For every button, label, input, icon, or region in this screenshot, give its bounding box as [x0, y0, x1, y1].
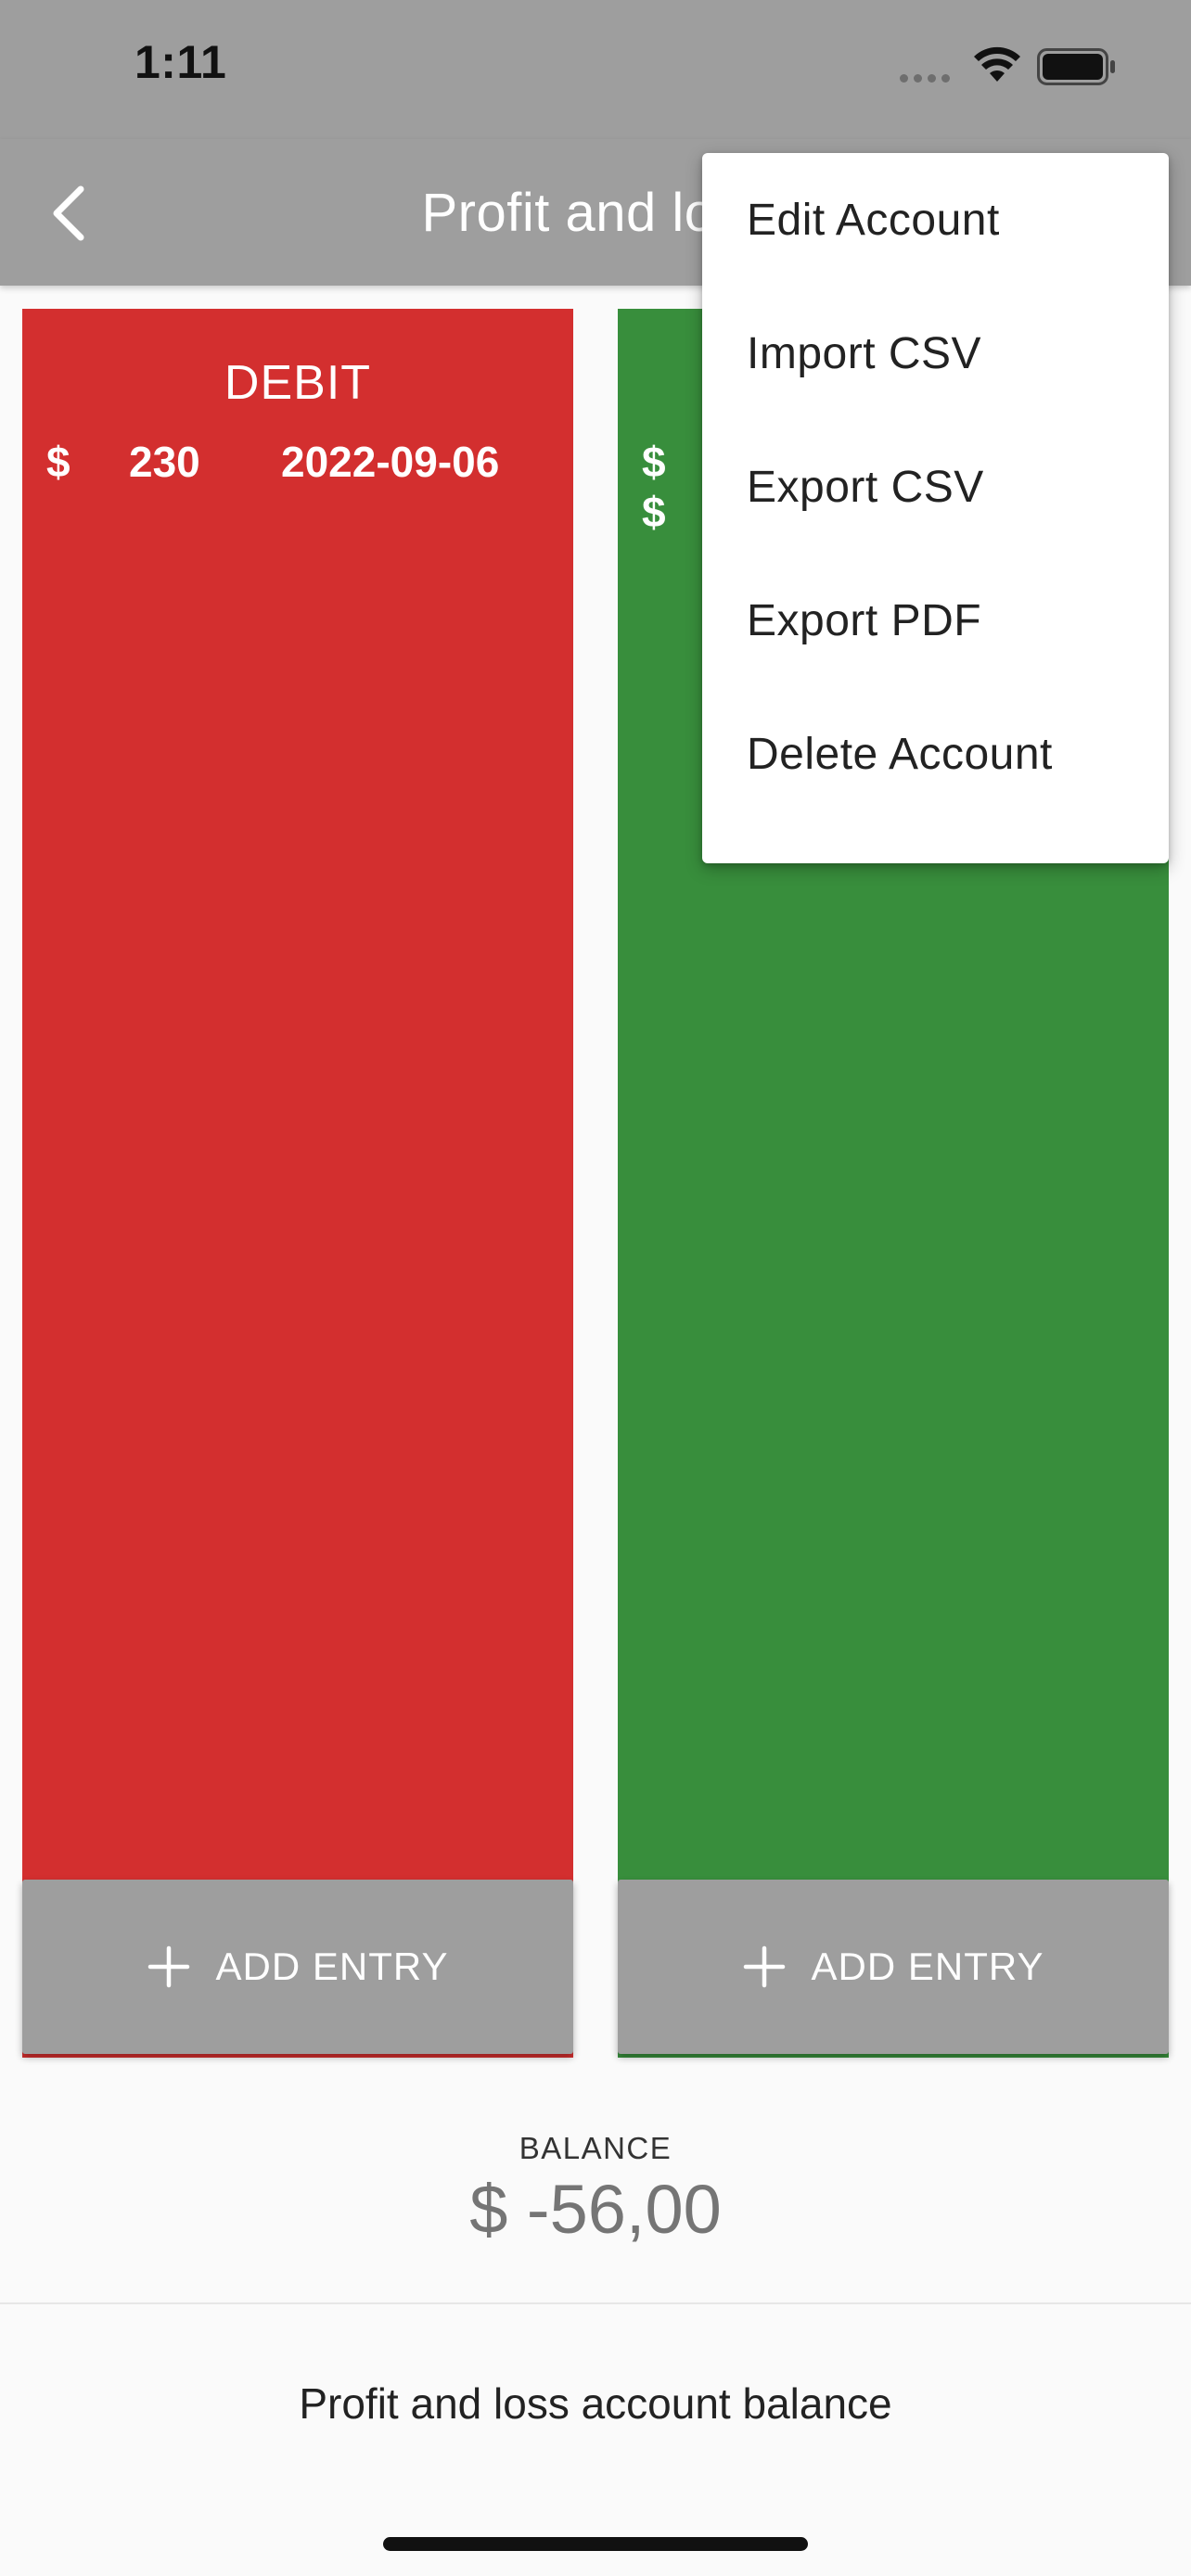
add-entry-label: ADD ENTRY: [215, 1945, 449, 1988]
entry-currency: $: [642, 438, 666, 486]
entry-date: 2022-09-06: [281, 438, 500, 486]
status-time: 1:11: [134, 36, 227, 88]
plus-icon: [743, 1945, 785, 1988]
menu-item-export-csv[interactable]: Export CSV: [702, 420, 1169, 554]
chevron-left-icon: [53, 185, 84, 241]
divider: [0, 2302, 1191, 2304]
menu-item-edit-account[interactable]: Edit Account: [702, 153, 1169, 287]
entry-currency: $: [46, 438, 70, 486]
entry-currency: $: [642, 488, 666, 536]
menu-item-delete-account[interactable]: Delete Account: [702, 687, 1169, 821]
back-button[interactable]: [28, 172, 111, 255]
debit-header: DEBIT: [224, 356, 372, 410]
wifi-icon: [974, 46, 1020, 82]
home-indicator[interactable]: [383, 2537, 808, 2551]
add-debit-entry-button[interactable]: ADD ENTRY: [22, 1880, 573, 2054]
menu-item-export-pdf[interactable]: Export PDF: [702, 554, 1169, 687]
overflow-menu: Edit Account Import CSV Export CSV Expor…: [702, 153, 1169, 863]
balance-label: BALANCE: [519, 2131, 672, 2165]
add-credit-entry-button[interactable]: ADD ENTRY: [618, 1880, 1169, 2054]
menu-item-import-csv[interactable]: Import CSV: [702, 287, 1169, 420]
add-entry-label: ADD ENTRY: [811, 1945, 1044, 1988]
entry-amount: 230: [129, 438, 200, 486]
balance-value: $ -56,00: [469, 2171, 722, 2248]
battery-icon: [1037, 48, 1115, 85]
status-bar: 1:11: [0, 0, 1191, 139]
account-balance-caption: Profit and loss account balance: [299, 2379, 892, 2428]
debit-column: DEBIT $ 230 2022-09-06 ADD ENTRY: [22, 309, 573, 2058]
cellular-signal-icon: [900, 74, 950, 83]
plus-icon: [147, 1945, 189, 1988]
